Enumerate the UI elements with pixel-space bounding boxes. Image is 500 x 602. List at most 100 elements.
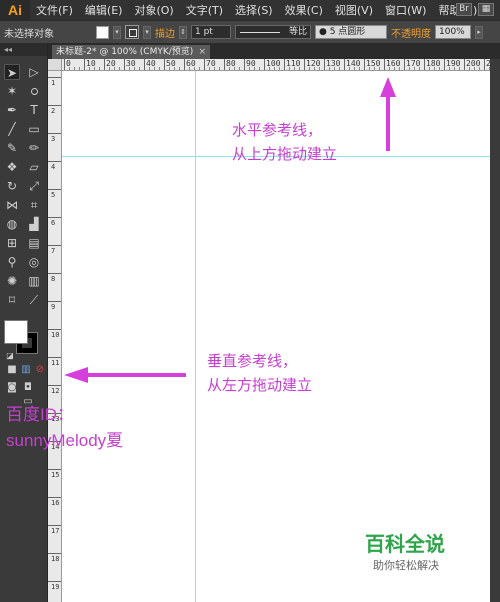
magic-wand-icon[interactable]: ✶ — [4, 83, 20, 99]
stroke-swatch[interactable] — [125, 25, 139, 39]
artboard-icon[interactable]: ⌑ — [4, 292, 20, 308]
ruler-origin[interactable] — [48, 59, 62, 71]
line-icon[interactable]: ╱ — [4, 121, 20, 137]
v-ruler-tick — [48, 525, 61, 526]
brush-label: 5 点圆形 — [329, 27, 366, 37]
menu-effect[interactable]: 效果(C) — [279, 2, 329, 18]
horizontal-ruler[interactable]: 0 10 20 30 40 50 60 70 80 90 100 110 120 130 140 150 160… — [62, 59, 490, 71]
h-ruler-tick — [384, 59, 385, 70]
fill-dropdown-icon[interactable]: ▾ — [113, 25, 121, 39]
h-ruler-tick — [164, 59, 165, 70]
mesh-icon[interactable]: ⊞ — [4, 235, 20, 251]
width-icon[interactable]: ⋈ — [4, 197, 20, 213]
stroke-link[interactable]: 描边 — [155, 25, 175, 40]
menu-file[interactable]: 文件(F) — [30, 2, 79, 18]
v-ruler-label: 9 — [51, 303, 56, 311]
v-ruler-tick — [48, 553, 61, 554]
v-ruler-label: 2 — [51, 107, 56, 115]
stroke-weight-input[interactable]: 1 pt — [191, 25, 231, 39]
blend-icon[interactable]: ◎ — [26, 254, 42, 270]
selection-status: 未选择对象 — [4, 28, 54, 40]
free-transform-icon[interactable]: ⌗ — [26, 197, 42, 213]
opacity-link[interactable]: 不透明度 — [391, 25, 431, 40]
fill-swatch[interactable] — [96, 25, 109, 39]
menu-view[interactable]: 视图(V) — [329, 2, 379, 18]
document-tab[interactable]: 未标题-2* @ 100% (CMYK/预览) × — [52, 45, 210, 59]
selection-tool-icon[interactable]: ➤ — [4, 64, 20, 80]
menu-window[interactable]: 窗口(W) — [379, 2, 432, 18]
menu-select[interactable]: 选择(S) — [229, 2, 279, 18]
h-ruler-tick — [304, 59, 305, 70]
column-graph-icon[interactable]: ▥ — [26, 273, 42, 289]
v-ruler-tick — [48, 329, 61, 330]
left-arrow-icon — [64, 367, 186, 383]
stroke-dropdown-icon[interactable]: ▾ — [143, 25, 151, 39]
none-mode-icon[interactable]: ⊘ — [32, 362, 48, 378]
h-ruler-tick — [484, 59, 485, 70]
artboard-canvas[interactable]: 水平参考线， 从上方拖动建立 垂直参考线， 从左方拖动建立 百科全说 助你轻松解… — [62, 71, 490, 602]
close-icon[interactable]: × — [198, 45, 206, 59]
v-ruler-label: 17 — [51, 527, 60, 535]
fill-color-box[interactable] — [4, 320, 28, 344]
h-ruler-tick — [224, 59, 225, 70]
h-ruler-tick — [104, 59, 105, 70]
v-ruler-label: 3 — [51, 135, 56, 143]
opacity-dropdown-icon[interactable]: ▸ — [475, 25, 483, 39]
v-ruler-tick — [48, 217, 61, 218]
perspective-icon[interactable]: ▟ — [26, 216, 42, 232]
v-ruler-tick — [48, 357, 61, 358]
v-ruler-label: 15 — [51, 471, 60, 479]
v-ruler-label: 19 — [51, 583, 60, 591]
v-ruler-label: 6 — [51, 219, 56, 227]
vertical-ruler[interactable]: 1 2 3 4 5 6 7 8 9 10 11 12 13 14 15 16 17 18 19 — [48, 71, 62, 602]
v-ruler-label: 10 — [51, 331, 60, 339]
control-bar: 未选择对象 ▾ ▾ 描边 ⇕ 1 pt 等比 ● 5 点圆形 不透明度 100%… — [0, 20, 500, 44]
blob-brush-icon[interactable]: ❖ — [4, 159, 20, 175]
stroke-stepper-icon[interactable]: ⇕ — [179, 25, 187, 39]
baidu-id-watermark: 百度ID： sunnyMelody夏 — [6, 402, 123, 454]
paintbrush-icon[interactable]: ✎ — [4, 140, 20, 156]
brush-select[interactable]: ● 5 点圆形 — [315, 25, 387, 39]
tool-panel-collapse-icon[interactable]: ◂◂ — [0, 44, 47, 56]
rotate-icon[interactable]: ↻ — [4, 178, 20, 194]
gradient-icon[interactable]: ▤ — [26, 235, 42, 251]
annotation-arrows — [64, 77, 396, 383]
v-ruler-label: 5 — [51, 191, 56, 199]
h-ruler-tick — [124, 59, 125, 70]
direct-selection-icon[interactable]: ▷ — [26, 64, 42, 80]
opacity-input[interactable]: 100% — [435, 25, 471, 39]
v-ruler-tick — [48, 273, 61, 274]
workspace-controls: Br ▦ — [456, 3, 494, 16]
h-ruler-tick — [344, 59, 345, 70]
draw-mode-icon[interactable]: ◙ — [4, 380, 20, 396]
v-ruler-label: 11 — [51, 359, 60, 367]
symbol-sprayer-icon[interactable]: ✺ — [4, 273, 20, 289]
menu-bar: Ai 文件(F) 编辑(E) 对象(O) 文字(T) 选择(S) 效果(C) 视… — [0, 0, 500, 20]
v-ruler-tick — [48, 469, 61, 470]
menu-object[interactable]: 对象(O) — [128, 2, 179, 18]
eraser-icon[interactable]: ▱ — [26, 159, 42, 175]
pen-icon[interactable]: ✒ — [4, 102, 20, 118]
menu-edit[interactable]: 编辑(E) — [79, 2, 129, 18]
lasso-icon[interactable]: ഠ — [26, 83, 42, 99]
rectangle-icon[interactable]: ▭ — [26, 121, 42, 137]
scale-icon[interactable]: ⤢ — [26, 178, 42, 194]
v-ruler-label: 7 — [51, 247, 56, 255]
stroke-profile-select[interactable]: 等比 — [235, 25, 311, 39]
pencil-icon[interactable]: ✏ — [26, 140, 42, 156]
v-ruler-label: 8 — [51, 275, 56, 283]
eyedropper-icon[interactable]: ⚲ — [4, 254, 20, 270]
document-tab-title: 未标题-2* @ 100% (CMYK/预览) — [56, 47, 194, 57]
shape-builder-icon[interactable]: ◍ — [4, 216, 20, 232]
v-ruler-tick — [48, 245, 61, 246]
up-arrow-icon — [380, 77, 396, 151]
bridge-icon[interactable]: Br — [456, 3, 472, 16]
h-ruler-tick — [284, 59, 285, 70]
type-icon[interactable]: T — [26, 102, 42, 118]
h-ruler-tick — [324, 59, 325, 70]
slice-icon[interactable]: ⟋ — [26, 292, 42, 308]
v-ruler-tick — [48, 77, 61, 78]
menu-type[interactable]: 文字(T) — [180, 2, 229, 18]
arrange-documents-icon[interactable]: ▦ — [478, 3, 494, 16]
v-ruler-label: 16 — [51, 499, 60, 507]
